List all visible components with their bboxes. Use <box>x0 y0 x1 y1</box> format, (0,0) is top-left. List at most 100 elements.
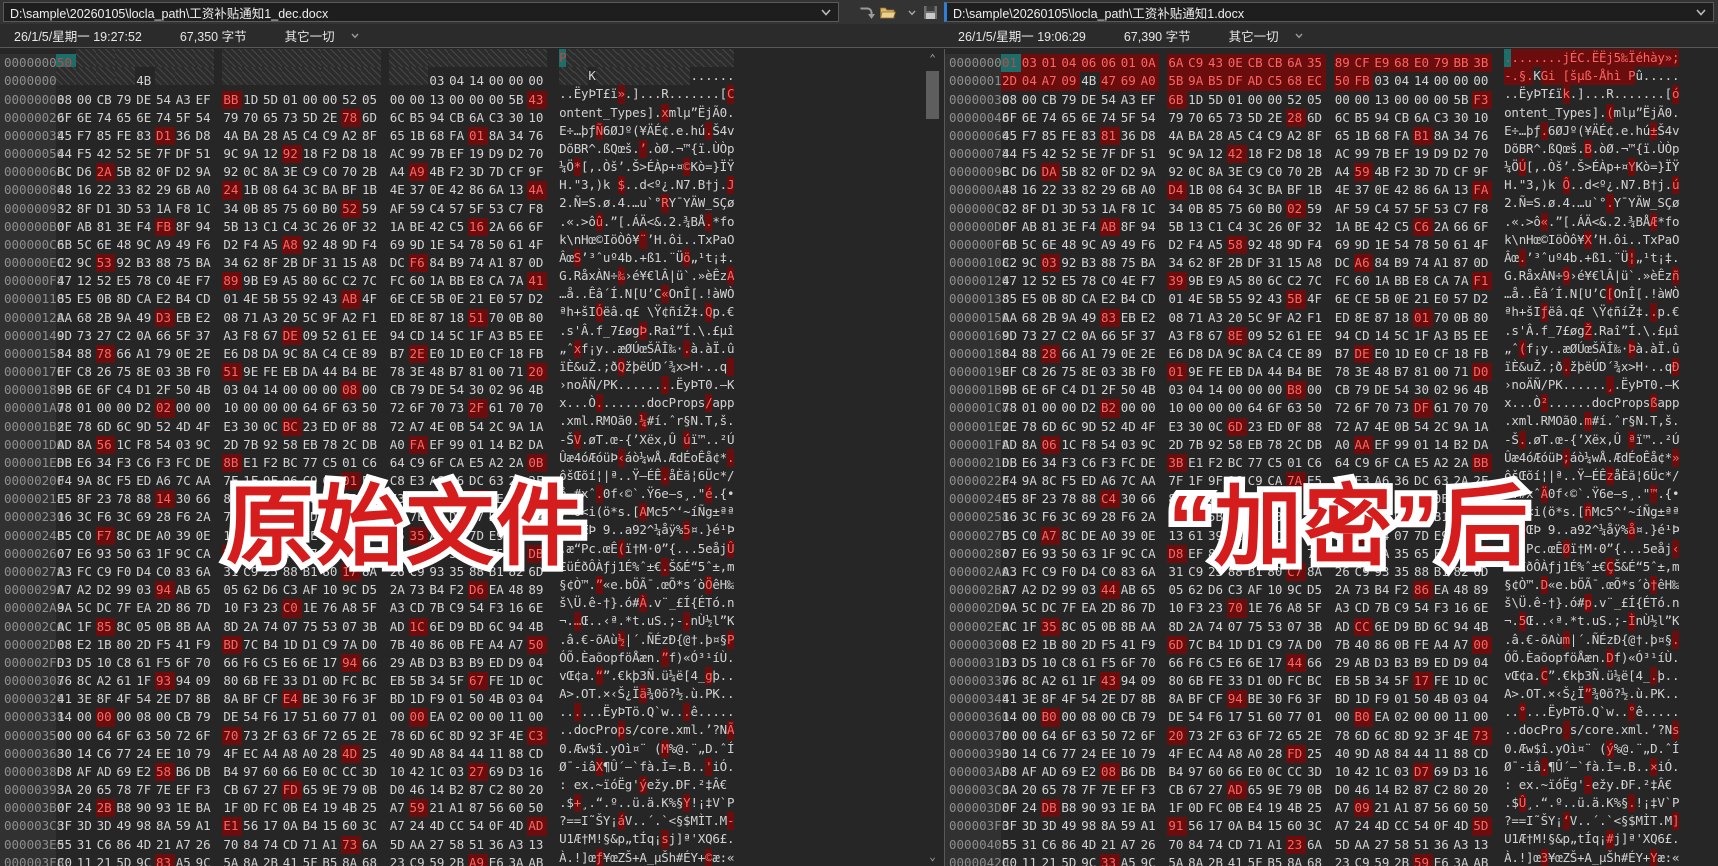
ascii-char[interactable]: k <box>1563 85 1570 103</box>
ascii-char[interactable]: . <box>1533 667 1540 685</box>
ascii-char[interactable]: ˆ <box>720 740 727 758</box>
ascii-char[interactable]: Ö <box>566 158 573 176</box>
ascii-char[interactable]: ” <box>603 667 610 685</box>
ascii-char[interactable]: M <box>690 812 697 830</box>
gap-cell[interactable] <box>581 67 588 85</box>
ascii-char[interactable]: ¦ <box>596 467 603 485</box>
ascii-char[interactable]: X <box>698 830 705 848</box>
ascii-char[interactable]: a <box>625 521 632 539</box>
ascii-char[interactable]: þ <box>632 667 639 685</box>
gap-cell[interactable] <box>76 49 96 67</box>
ascii-char[interactable]: ö <box>1577 703 1584 721</box>
hex-byte[interactable]: B5 <box>1266 854 1286 866</box>
ascii-char[interactable]: . <box>566 485 573 503</box>
ascii-char[interactable]: Ì <box>1643 812 1650 830</box>
ascii-char[interactable]: Å <box>1577 649 1584 667</box>
ascii-char[interactable]: } <box>712 158 719 176</box>
ascii-char[interactable]: N <box>1665 721 1672 739</box>
gap-cell[interactable] <box>566 67 573 85</box>
ascii-char[interactable]: ¨ <box>639 231 646 249</box>
ascii-char[interactable]: . <box>1672 685 1679 703</box>
ascii-char[interactable]: h <box>1614 849 1621 866</box>
ascii-char[interactable]: n <box>727 594 734 612</box>
gap-cell[interactable] <box>321 67 341 85</box>
ascii-char[interactable]: A <box>559 685 566 703</box>
ascii-char[interactable]: $ <box>1628 812 1635 830</box>
ascii-char[interactable]: w <box>1526 740 1533 758</box>
ascii-char[interactable]: q <box>1665 358 1672 376</box>
ascii-char[interactable]: Þ <box>1672 521 1679 539</box>
ascii-char[interactable]: 0 <box>705 376 712 394</box>
ascii-char[interactable]: - <box>727 812 734 830</box>
ascii-char[interactable]: Ú <box>647 358 654 376</box>
ascii-char[interactable]: É <box>654 631 661 649</box>
ascii-char[interactable]: þ <box>581 122 588 140</box>
ascii-char[interactable]: \ <box>566 594 573 612</box>
gap-cell[interactable] <box>632 67 639 85</box>
ascii-char[interactable]: à <box>1635 340 1642 358</box>
ascii-char[interactable]: „ <box>625 830 632 848</box>
ascii-char[interactable]: € <box>618 667 625 685</box>
ascii-char[interactable]: { <box>1570 431 1577 449</box>
ascii-char[interactable]: . <box>1541 140 1548 158</box>
ascii-char[interactable]: ¬ <box>1504 612 1511 630</box>
ascii-char[interactable]: ¡ <box>654 830 661 848</box>
ascii-char[interactable]: . <box>676 213 683 231</box>
ascii-char[interactable]: t <box>1577 612 1584 630</box>
ascii-char[interactable]: [ <box>632 285 639 303</box>
ascii-char[interactable]: ï <box>1643 140 1650 158</box>
ascii-char[interactable]: ? <box>1504 812 1511 830</box>
ascii-char[interactable]: 0 <box>1665 104 1672 122</box>
ascii-char[interactable]: r <box>603 721 610 739</box>
ascii-char[interactable]: . <box>1570 176 1577 194</box>
ascii-char[interactable]: ¨ <box>669 249 676 267</box>
ascii-char[interactable]: É <box>654 122 661 140</box>
ascii-char[interactable]: . <box>1650 140 1657 158</box>
ascii-char[interactable]: - <box>618 431 625 449</box>
ascii-char[interactable]: . <box>1504 503 1511 521</box>
ascii-char[interactable]: g <box>705 503 712 521</box>
ascii-char[interactable]: . <box>1606 612 1613 630</box>
ascii-char[interactable]: b <box>625 576 632 594</box>
ascii-char[interactable]: x <box>1526 485 1533 503</box>
hex-byte[interactable]: 2B <box>262 854 282 866</box>
ascii-char[interactable]: ü <box>661 667 668 685</box>
ascii-char[interactable]: s <box>639 104 646 122</box>
ascii-char[interactable]: ’ <box>1592 231 1599 249</box>
ascii-char[interactable]: Ä <box>654 340 661 358</box>
ascii-char[interactable]: a <box>1533 649 1540 667</box>
ascii-char[interactable]: j <box>1665 540 1672 558</box>
ascii-char[interactable]: . <box>1504 703 1511 721</box>
ascii-char[interactable]: f <box>639 758 646 776</box>
ascii-char[interactable]: o <box>1519 376 1526 394</box>
ascii-char[interactable]: ¢ <box>566 576 573 594</box>
ascii-char[interactable]: ~ <box>1541 776 1548 794</box>
ascii-char[interactable]: Î <box>661 340 668 358</box>
ascii-char[interactable]: ¯ <box>1511 758 1518 776</box>
ascii-char[interactable]: † <box>603 594 610 612</box>
ascii-char[interactable]: . <box>625 213 632 231</box>
ascii-char[interactable]: ß <box>1584 67 1591 85</box>
ascii-char[interactable]: £ <box>1504 558 1511 576</box>
ascii-char[interactable]: . <box>1628 740 1635 758</box>
ascii-char[interactable]: ƒ <box>588 122 595 140</box>
ascii-char[interactable]: þ <box>1650 631 1657 649</box>
ascii-char[interactable]: Ç <box>1665 194 1672 212</box>
ascii-char[interactable]: 5 <box>1519 612 1526 630</box>
ascii-char[interactable]: . <box>1657 358 1664 376</box>
gap-cell[interactable] <box>647 67 654 85</box>
ascii-char[interactable]: . <box>683 703 690 721</box>
ascii-char[interactable]: ¡ <box>588 340 595 358</box>
ascii-char[interactable]: + <box>574 794 581 812</box>
ascii-char[interactable]: . <box>1511 721 1518 739</box>
ascii-char[interactable]: . <box>1519 285 1526 303</box>
ascii-char[interactable]: . <box>1599 649 1606 667</box>
ascii-char[interactable]: S <box>712 194 719 212</box>
ascii-char[interactable]: _ <box>647 849 654 866</box>
ascii-char[interactable]: . <box>625 467 632 485</box>
gap-cell[interactable] <box>488 49 508 67</box>
ascii-char[interactable]: Â <box>1657 776 1664 794</box>
ascii-char[interactable]: ´ <box>1635 576 1642 594</box>
ascii-char[interactable]: ’ <box>1650 721 1657 739</box>
ascii-char[interactable]: 6 <box>1599 485 1606 503</box>
